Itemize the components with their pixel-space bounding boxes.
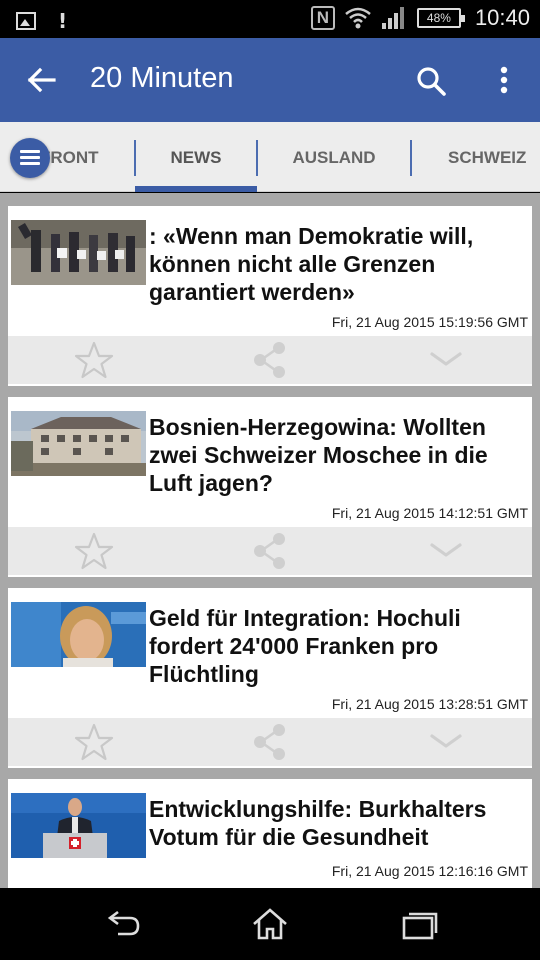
- article-thumbnail: [11, 411, 146, 476]
- system-navigation-bar: [0, 888, 540, 960]
- tab-ausland-label: AUSLAND: [292, 148, 376, 167]
- page-title: 20 Minuten: [90, 62, 234, 94]
- signal-icon: [381, 7, 404, 29]
- article-date: Fri, 21 Aug 2015 12:16:16 GMT: [331, 863, 528, 879]
- hamburger-icon: [20, 150, 40, 153]
- alert-notification-icon: !: [58, 9, 68, 33]
- news-card[interactable]: Entwicklungshilfe: Burkhalters Votum für…: [8, 779, 532, 888]
- article-actions: [8, 718, 532, 766]
- arrow-back-icon: [27, 67, 56, 93]
- nfc-icon: N: [310, 6, 335, 30]
- star-outline-icon: [74, 532, 114, 570]
- news-card[interactable]: : «Wenn man Demokratie will, können nich…: [8, 206, 532, 386]
- share-icon: [254, 533, 285, 569]
- nav-back-button[interactable]: [98, 902, 146, 946]
- favorite-button[interactable]: [72, 722, 116, 762]
- category-tab-bar: FRONT NEWS AUSLAND SCHWEIZ: [0, 122, 540, 192]
- news-feed[interactable]: : «Wenn man Demokratie will, können nich…: [0, 193, 540, 888]
- share-button[interactable]: [248, 531, 292, 571]
- search-button[interactable]: [410, 60, 454, 104]
- expand-button[interactable]: [424, 340, 468, 380]
- battery-icon: 48%: [416, 8, 465, 28]
- wifi-icon: [345, 7, 371, 29]
- article-date: Fri, 21 Aug 2015 14:12:51 GMT: [331, 505, 528, 521]
- star-outline-icon: [74, 341, 114, 379]
- article-date: Fri, 21 Aug 2015 13:28:51 GMT: [331, 696, 528, 712]
- expand-button[interactable]: [424, 531, 468, 571]
- favorite-button[interactable]: [72, 340, 116, 380]
- app-bar: 20 Minuten: [0, 38, 540, 122]
- search-icon: [417, 67, 446, 96]
- chevron-down-icon: [430, 543, 462, 557]
- article-actions: [8, 336, 532, 384]
- star-outline-icon: [74, 723, 114, 761]
- share-icon: [254, 724, 285, 760]
- expand-button[interactable]: [424, 722, 468, 762]
- recents-icon: [402, 912, 438, 940]
- news-card[interactable]: Geld für Integration: Hochuli fordert 24…: [8, 588, 532, 768]
- back-button[interactable]: [22, 60, 62, 100]
- more-vert-icon: [500, 66, 508, 94]
- news-card[interactable]: Bosnien-Herzegowina: Wollten zwei Schwei…: [8, 397, 532, 577]
- nav-recents-button[interactable]: [396, 902, 444, 946]
- share-button[interactable]: [248, 722, 292, 762]
- tab-schweiz[interactable]: SCHWEIZ: [412, 122, 540, 192]
- nav-home-button[interactable]: [246, 902, 294, 946]
- share-icon: [254, 342, 285, 378]
- tab-schweiz-label: SCHWEIZ: [448, 148, 527, 167]
- chevron-down-icon: [430, 734, 462, 748]
- article-headline[interactable]: Geld für Integration: Hochuli fordert 24…: [149, 604, 529, 688]
- article-headline[interactable]: Bosnien-Herzegowina: Wollten zwei Schwei…: [149, 413, 529, 497]
- favorite-button[interactable]: [72, 531, 116, 571]
- home-icon: [253, 908, 287, 940]
- article-headline[interactable]: Entwicklungshilfe: Burkhalters Votum für…: [149, 795, 529, 851]
- article-actions: [8, 527, 532, 575]
- article-thumbnail: [11, 220, 146, 285]
- chevron-down-icon: [430, 352, 462, 366]
- share-button[interactable]: [248, 340, 292, 380]
- tab-news[interactable]: NEWS: [136, 122, 256, 192]
- tab-news-label: NEWS: [170, 148, 222, 167]
- article-thumbnail: [11, 602, 146, 667]
- overflow-menu-button[interactable]: [486, 60, 522, 104]
- back-icon: [107, 910, 140, 936]
- tab-ausland[interactable]: AUSLAND: [258, 122, 410, 192]
- article-date: Fri, 21 Aug 2015 15:19:56 GMT: [331, 314, 528, 330]
- status-clock: 10:40: [474, 5, 530, 30]
- article-headline[interactable]: : «Wenn man Demokratie will, können nich…: [149, 222, 529, 306]
- drawer-menu-button[interactable]: [10, 138, 50, 178]
- article-thumbnail: [11, 793, 146, 858]
- image-notification-icon: [16, 12, 36, 30]
- active-tab-indicator: [135, 186, 257, 192]
- status-bar: ! N 48% 10:40: [0, 0, 540, 38]
